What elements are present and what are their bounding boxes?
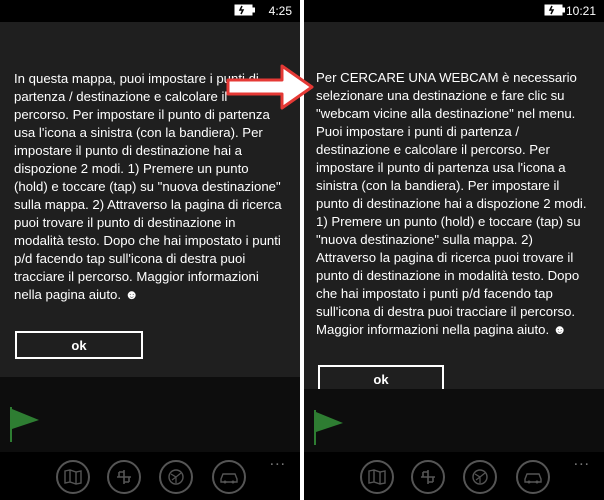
car-icon[interactable] [212,460,246,494]
app-bar: ... [0,452,300,500]
battery-icon [234,4,256,19]
clock-time: 10:21 [565,4,596,18]
satellite-map-icon[interactable] [463,460,497,494]
satellite-map-icon[interactable] [159,460,193,494]
info-dialog: In questa mappa, puoi impostare i punti … [0,22,300,377]
dialog-message: Per CERCARE UNA WEBCAM è necessario sele… [316,70,587,337]
status-bar: 4:25 [0,0,300,22]
right-phone-screen: 10:21 Per CERCARE UNA WEBCAM è necessari… [304,0,604,500]
flag-icon[interactable] [8,405,42,443]
battery-icon [544,4,566,19]
ok-button[interactable]: ok [15,331,143,359]
left-phone-screen: 4:25 In questa mappa, puoi impostare i p… [0,0,300,500]
clock-time: 4:25 [268,4,292,18]
app-bar: ... [304,452,604,500]
map-book-icon[interactable] [360,460,394,494]
status-bar: 10:21 [304,0,604,22]
car-icon[interactable] [516,460,550,494]
map-book-icon[interactable] [56,460,90,494]
more-menu-icon[interactable]: ... [270,452,286,470]
dialog-message: In questa mappa, puoi impostare i punti … [14,71,282,302]
info-dialog: Per CERCARE UNA WEBCAM è necessario sele… [304,22,604,389]
route-icon[interactable] [107,460,141,494]
flag-icon[interactable] [312,408,346,446]
more-menu-icon[interactable]: ... [574,452,590,470]
route-icon[interactable] [411,460,445,494]
